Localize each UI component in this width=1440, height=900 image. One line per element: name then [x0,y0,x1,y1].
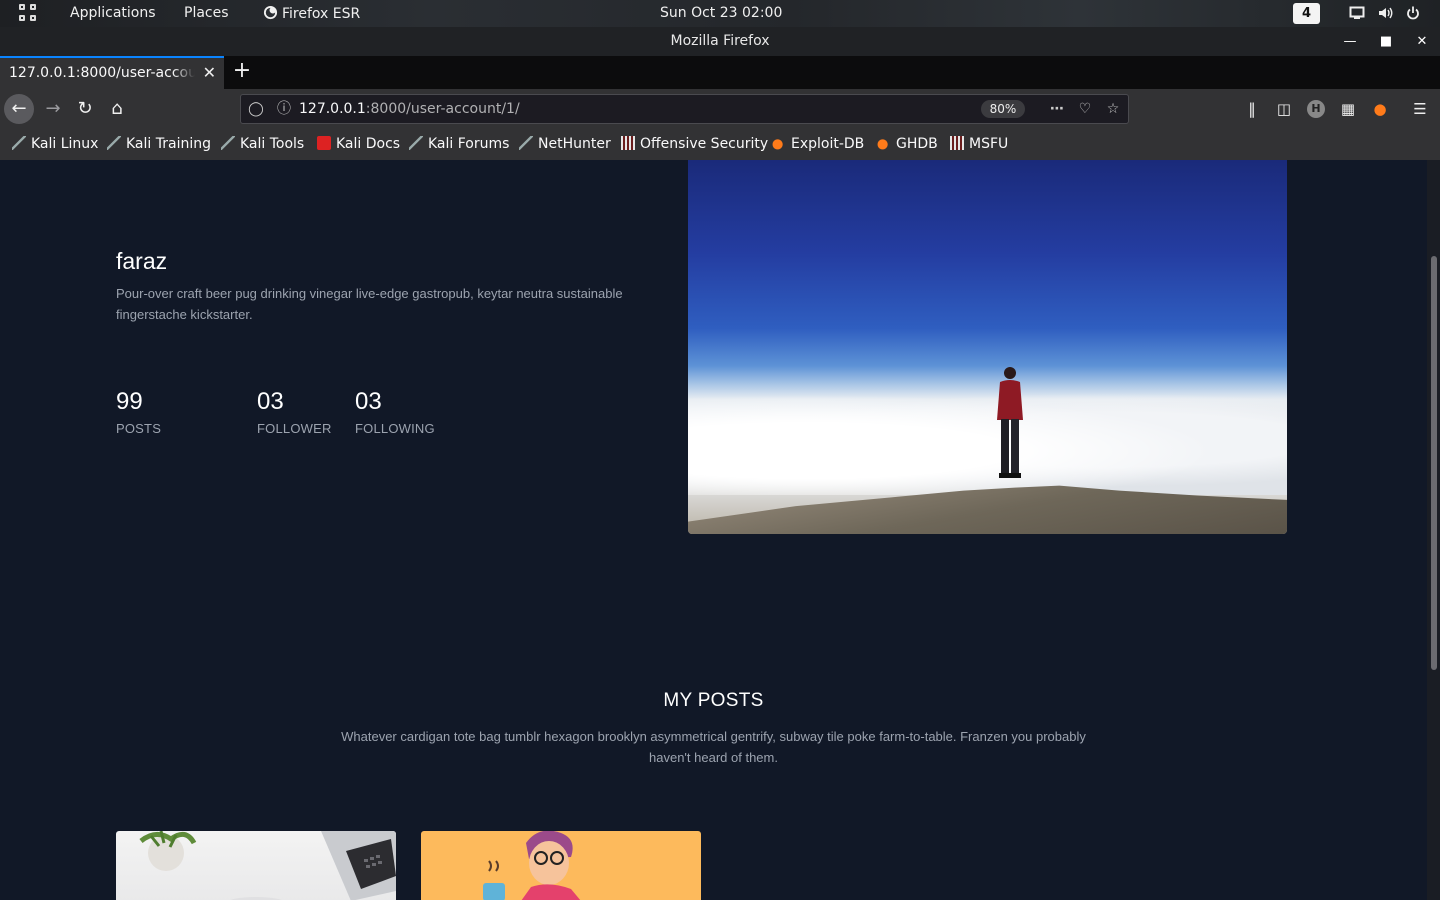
url-text[interactable]: 127.0.0.1:8000/user-account/1/ [299,101,520,117]
post-card-image-workspace [139,831,396,900]
bookmark-label: MSFU [969,136,1009,152]
offsec-icon [621,136,635,150]
profile-hero-image [688,160,1287,534]
page-content: faraz Pour-over craft beer pug drinking … [0,160,1427,900]
tab-close-icon[interactable]: ✕ [203,63,216,82]
gnome-top-bar: Applications Places Firefox ESR Sun Oct … [0,0,1440,27]
bookmark-label: NetHunter [538,136,611,152]
extension-fox-icon[interactable]: ● [1371,100,1389,118]
stat-value: 03 [257,388,284,415]
section-description: Whatever cardigan tote bag tumblr hexago… [341,729,1086,765]
kali-dragon-icon [519,136,533,150]
bookmark-exploit-db[interactable]: Exploit-DB [772,136,864,152]
profile-name: faraz [116,248,168,274]
stat-value: 03 [355,388,382,415]
forward-button[interactable]: → [38,94,68,124]
bookmark-offensive-security[interactable]: Offensive Security [621,136,768,152]
home-button[interactable]: ⌂ [102,94,132,124]
applications-menu[interactable]: Applications [70,5,156,21]
exploit-db-icon [877,136,891,150]
hero-person [997,367,1023,478]
new-tab-button[interactable]: + [231,60,253,82]
bookmark-label: Offensive Security [640,136,769,152]
volume-icon[interactable] [1377,5,1393,21]
window-title: Mozilla Firefox [670,33,770,49]
bookmark-label: Exploit-DB [791,136,865,152]
bookmark-msfu[interactable]: MSFU [950,136,1008,152]
bookmark-label: Kali Tools [240,136,305,152]
minimize-button[interactable]: — [1338,27,1362,56]
power-icon[interactable] [1405,5,1421,21]
exploit-db-icon [772,136,786,150]
url-path: :8000/user-account/1/ [365,101,520,117]
stat-label: FOLLOWER [257,421,332,436]
url-host: 127.0.0.1 [299,101,366,117]
reload-button[interactable]: ↻ [70,94,100,124]
url-bar[interactable]: ◯ ⓘ 127.0.0.1:8000/user-account/1/ 80% ⋯… [240,94,1129,124]
bookmark-label: Kali Training [126,136,211,152]
hamburger-menu-icon[interactable]: ☰ [1411,100,1429,118]
bookmark-label: Kali Docs [336,136,401,152]
bookmark-ghdb[interactable]: GHDB [877,136,938,152]
firefox-icon [263,5,278,20]
bookmarks-toolbar: Kali Linux Kali Training Kali Tools Kali… [0,129,1440,160]
bookmark-label: Kali Forums [428,136,510,152]
tab-strip: 127.0.0.1:8000/user-account/1/ ✕ + [0,56,1440,89]
workspace-indicator[interactable]: 4 [1293,3,1320,24]
kali-docs-icon [317,136,331,150]
close-window-button[interactable]: ✕ [1410,27,1434,56]
bookmark-kali-forums[interactable]: Kali Forums [409,136,509,152]
page-actions-icon[interactable]: ⋯ [1049,101,1065,117]
post-card[interactable] [116,831,396,900]
tab-active[interactable]: 127.0.0.1:8000/user-account/1/ ✕ [0,56,224,89]
stat-posts: 99 POSTS [116,388,161,436]
bookmark-nethunter[interactable]: NetHunter [519,136,611,152]
bookmark-label: GHDB [896,136,938,152]
extension-h-icon[interactable]: H [1307,100,1325,118]
extension-counter-icon[interactable]: ▦ [1339,100,1357,118]
window-title-bar: Mozilla Firefox — ■ ✕ [0,27,1440,56]
tab-title: 127.0.0.1:8000/user-account/1/ [9,65,195,81]
stat-value: 99 [116,388,143,415]
back-button[interactable]: ← [4,94,34,124]
offsec-icon [950,136,964,150]
site-info-icon[interactable]: ⓘ [276,101,292,117]
stat-following: 03 FOLLOWING [355,388,435,436]
screen-icon[interactable] [1349,5,1365,21]
kali-dragon-icon [409,136,423,150]
bookmark-kali-tools[interactable]: Kali Tools [221,136,304,152]
clock[interactable]: Sun Oct 23 02:00 [660,5,782,21]
hero-clouds [688,385,1287,495]
kali-dragon-icon [221,136,235,150]
navigation-toolbar: ← → ↻ ⌂ ◯ ⓘ 127.0.0.1:8000/user-account/… [0,89,1440,129]
scrollbar-thumb[interactable] [1431,256,1437,670]
maximize-button[interactable]: ■ [1374,27,1398,56]
active-app-label: Firefox ESR [282,6,361,22]
pocket-icon[interactable]: ♡ [1077,101,1093,117]
kali-dragon-icon [107,136,121,150]
library-icon[interactable]: ‖ [1243,100,1261,118]
stat-follower: 03 FOLLOWER [257,388,332,436]
stat-label: FOLLOWING [355,421,435,436]
zoom-indicator[interactable]: 80% [981,100,1025,118]
bookmark-star-icon[interactable]: ☆ [1105,101,1121,117]
bookmark-label: Kali Linux [31,136,99,152]
bookmark-kali-linux[interactable]: Kali Linux [12,136,98,152]
active-app-menu[interactable]: Firefox ESR [263,5,360,22]
kali-dragon-icon [12,136,26,150]
sidebar-icon[interactable]: ◫ [1275,100,1293,118]
places-menu[interactable]: Places [184,5,229,21]
post-card-image-illustration [483,831,581,900]
profile-bio: Pour-over craft beer pug drinking vinega… [116,286,623,322]
app-grid-icon[interactable] [19,4,38,23]
bookmark-kali-docs[interactable]: Kali Docs [317,136,400,152]
post-card[interactable] [421,831,701,900]
bookmark-kali-training[interactable]: Kali Training [107,136,211,152]
section-title: MY POSTS [663,690,764,711]
shield-icon[interactable]: ◯ [248,101,264,117]
stat-label: POSTS [116,421,162,436]
